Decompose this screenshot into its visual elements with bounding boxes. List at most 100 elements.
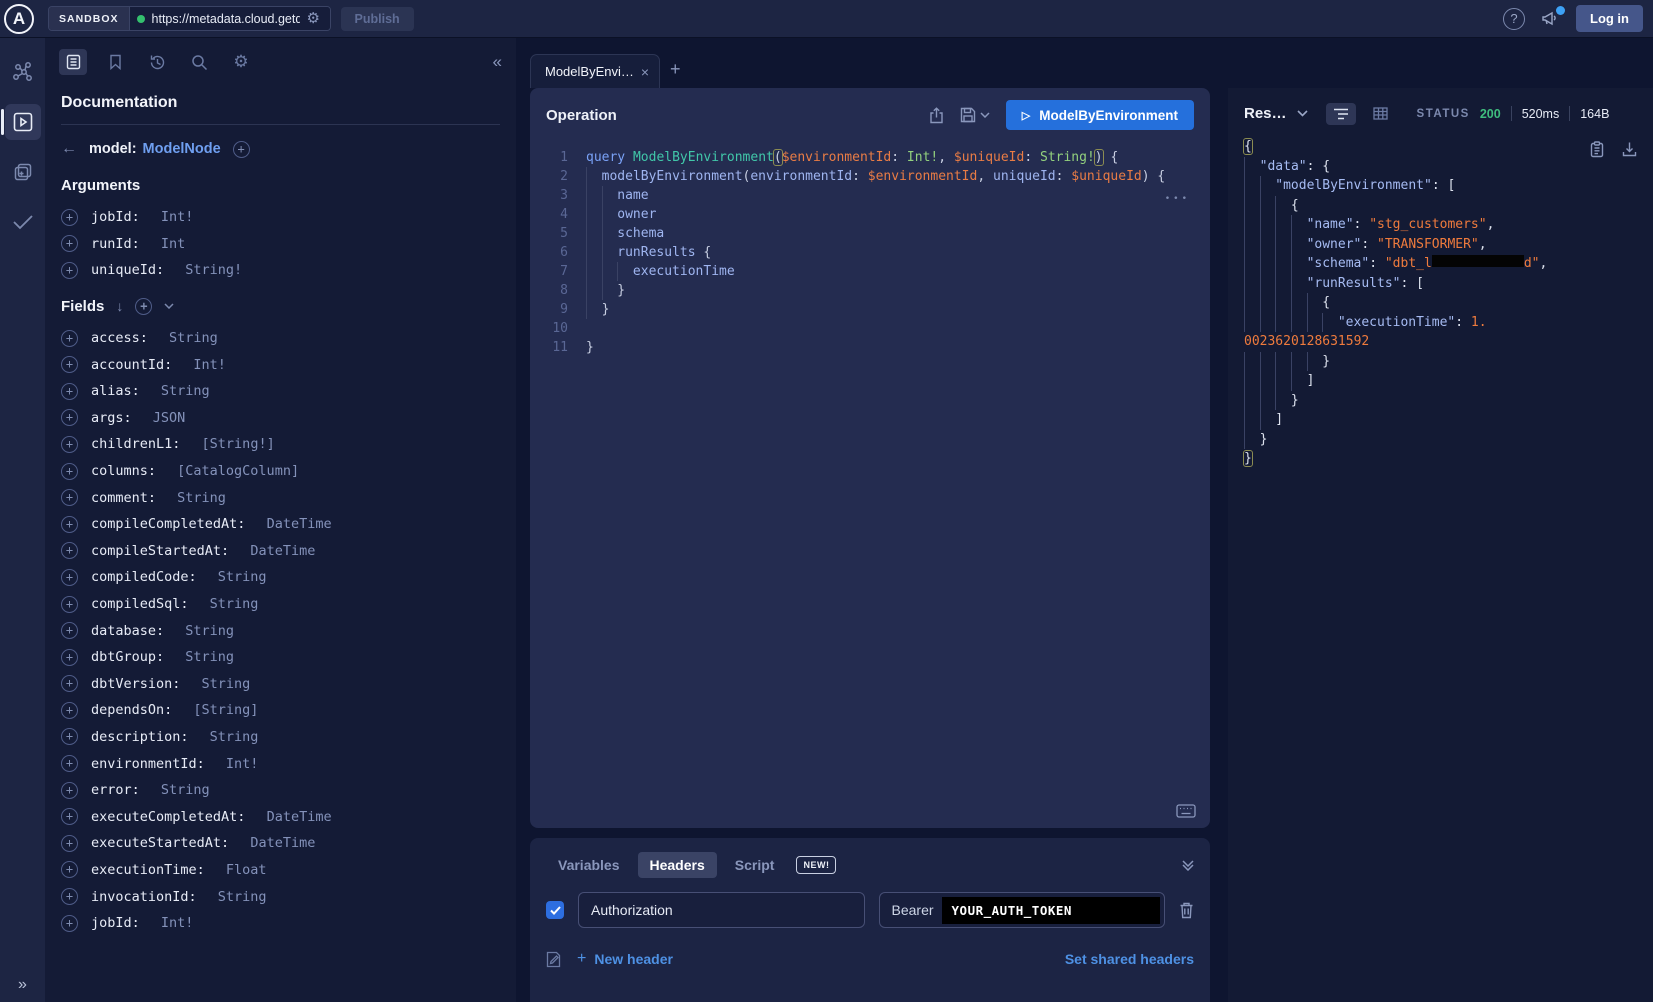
operation-menu-kebab-icon[interactable]: ••• [1165,190,1190,209]
add-to-query-icon[interactable]: + [61,888,78,905]
rail-schema-graph-icon[interactable] [5,54,41,90]
sort-fields-icon[interactable]: ↓ [116,298,123,314]
field-type-link[interactable]: String [169,330,218,346]
add-to-query-icon[interactable]: + [61,622,78,639]
add-to-query-icon[interactable]: + [61,356,78,373]
add-to-query-icon[interactable]: + [61,436,78,453]
field-type-link[interactable]: Int! [226,756,259,772]
schema-settings-gear-icon[interactable]: ⚙ [227,49,255,75]
endpoint-url-field[interactable]: https://metadata.cloud.getd ⚙ [130,7,330,30]
share-operation-icon[interactable] [929,107,944,124]
add-to-query-icon[interactable]: + [61,755,78,772]
rail-explorer-icon[interactable] [5,104,41,140]
field-row[interactable]: +compileStartedAt: DateTime [61,538,500,565]
documentation-tab-icon[interactable] [59,49,87,75]
field-type-link[interactable]: [String] [193,702,258,718]
search-icon[interactable] [185,49,213,75]
query-editor[interactable]: 1query ModelByEnvironment($environmentId… [530,138,1210,828]
field-row[interactable]: +args: JSON [61,405,500,432]
add-to-query-icon[interactable]: + [61,915,78,932]
header-enabled-checkbox[interactable] [546,901,564,919]
keyboard-shortcuts-icon[interactable] [1176,804,1196,818]
field-type-link[interactable]: Int! [193,357,226,373]
add-to-query-icon[interactable]: + [61,649,78,666]
add-to-query-icon[interactable]: + [61,516,78,533]
field-type-link[interactable]: String [218,889,267,905]
add-to-query-icon[interactable]: + [61,808,78,825]
copy-response-icon[interactable] [1590,141,1604,158]
add-to-query-icon[interactable]: + [61,463,78,480]
add-to-query-icon[interactable]: + [61,702,78,719]
field-row[interactable]: +executeStartedAt: DateTime [61,830,500,857]
add-to-query-icon[interactable]: + [61,409,78,426]
field-type-link[interactable]: DateTime [250,543,315,559]
field-row[interactable]: +dependsOn: [String] [61,697,500,724]
publish-button[interactable]: Publish [341,7,414,31]
delete-header-trash-icon[interactable] [1179,902,1194,919]
argument-row[interactable]: +runId: Int [61,231,500,258]
add-to-query-icon[interactable]: + [61,489,78,506]
add-model-icon[interactable]: + [233,141,250,158]
field-type-link[interactable]: Int [161,236,185,252]
add-to-query-icon[interactable]: + [61,782,78,799]
field-row[interactable]: +executeCompletedAt: DateTime [61,803,500,830]
help-icon[interactable]: ? [1503,8,1525,30]
formatted-view-icon[interactable] [1326,103,1356,125]
new-tab-icon[interactable]: + [670,59,681,80]
set-shared-headers-button[interactable]: Set shared headers [1065,951,1194,967]
add-to-query-icon[interactable]: + [61,542,78,559]
tab-headers[interactable]: Headers [638,852,717,878]
field-row[interactable]: +description: String [61,724,500,751]
field-type-link[interactable]: String [185,623,234,639]
field-type-link[interactable]: String [218,569,267,585]
field-type-link[interactable]: String [161,383,210,399]
add-to-query-icon[interactable]: + [61,262,78,279]
endpoint-url-text[interactable]: https://metadata.cloud.getd [152,12,300,26]
field-row[interactable]: +database: String [61,617,500,644]
header-value-input[interactable]: Bearer YOUR_AUTH_TOKEN [879,892,1166,928]
field-row[interactable]: +compiledCode: String [61,564,500,591]
argument-row[interactable]: +jobId: Int! [61,204,500,231]
field-type-link[interactable]: String [210,596,259,612]
auth-token-value[interactable]: YOUR_AUTH_TOKEN [942,897,1160,924]
run-operation-button[interactable]: ▷ ModelByEnvironment [1006,100,1194,130]
close-tab-icon[interactable]: × [641,64,649,80]
tab-variables[interactable]: Variables [546,852,632,878]
announcements-megaphone-icon[interactable] [1541,10,1560,27]
expand-rail-icon[interactable]: » [0,976,45,994]
field-row[interactable]: +accountId: Int! [61,351,500,378]
field-row[interactable]: +executionTime: Float [61,857,500,884]
argument-row[interactable]: +uniqueId: String! [61,257,500,284]
back-arrow-icon[interactable]: ← [61,140,77,158]
field-row[interactable]: +error: String [61,777,500,804]
field-type-link[interactable]: String [177,490,226,506]
field-type-link[interactable]: DateTime [267,516,332,532]
header-key-input[interactable] [578,892,865,928]
field-type-link[interactable]: String [210,729,259,745]
field-row[interactable]: +dbtVersion: String [61,671,500,698]
tab-modelbyenvironment[interactable]: ModelByEnvi… × [530,54,660,88]
field-type-link[interactable]: [CatalogColumn] [177,463,299,479]
add-to-query-icon[interactable]: + [61,728,78,745]
field-row[interactable]: +compiledSql: String [61,591,500,618]
new-header-button[interactable]: + New header [577,950,673,968]
field-row[interactable]: +alias: String [61,378,500,405]
endpoint-settings-gear-icon[interactable]: ⚙ [307,11,320,26]
field-row[interactable]: +dbtGroup: String [61,644,500,671]
field-row[interactable]: +comment: String [61,484,500,511]
field-type-link[interactable]: DateTime [267,809,332,825]
field-type-link[interactable]: String [161,782,210,798]
field-type-link[interactable]: String! [185,262,242,278]
field-row[interactable]: +access: String [61,325,500,352]
add-to-query-icon[interactable]: + [61,383,78,400]
field-row[interactable]: +childrenL1: [String!] [61,431,500,458]
collapse-doc-panel-icon[interactable]: « [493,52,502,72]
field-row[interactable]: +columns: [CatalogColumn] [61,458,500,485]
tab-script[interactable]: Script [723,852,787,878]
fields-chevron-down-icon[interactable] [164,303,174,309]
history-icon[interactable] [143,49,171,75]
download-response-icon[interactable] [1622,141,1637,158]
add-to-query-icon[interactable]: + [61,675,78,692]
field-type-link[interactable]: JSON [153,410,186,426]
login-button[interactable]: Log in [1576,5,1643,32]
